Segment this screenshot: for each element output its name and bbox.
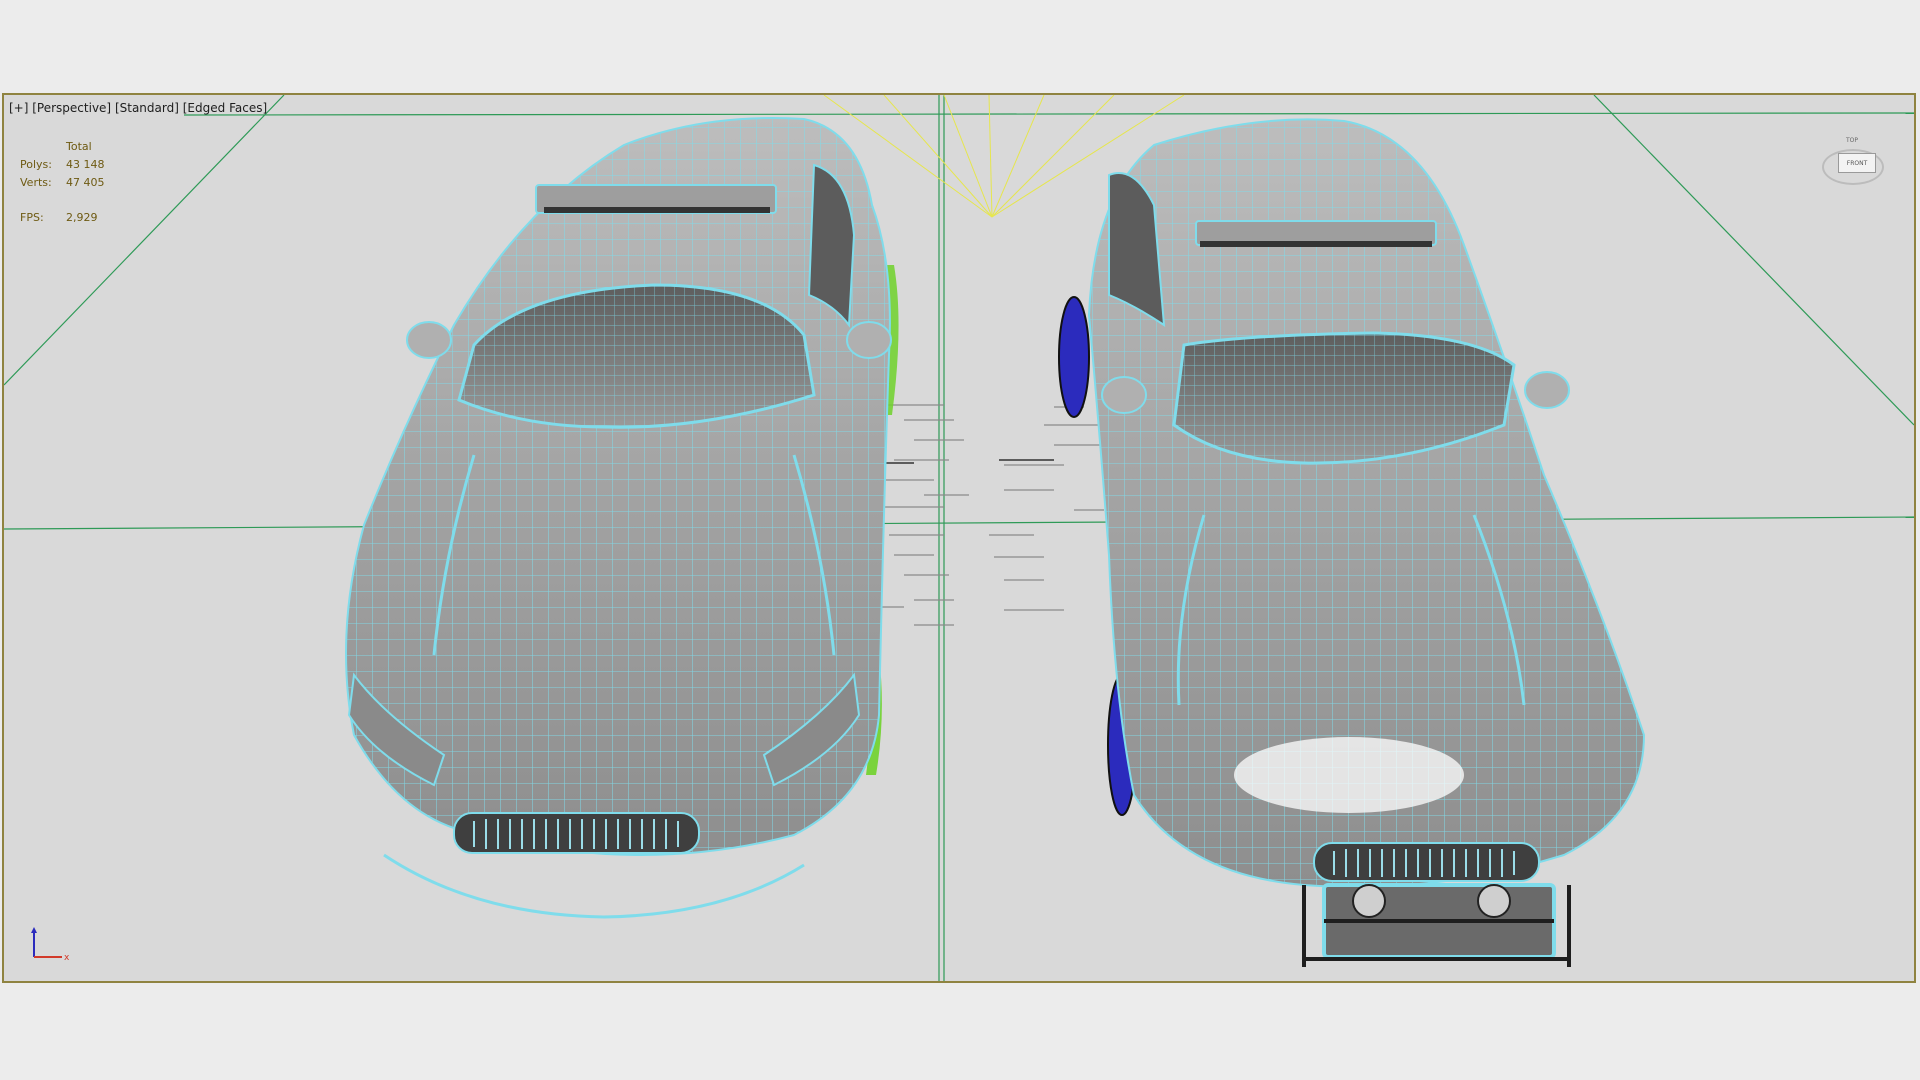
fps-value: 2,929 (66, 210, 98, 224)
verts-label: Verts: (20, 175, 52, 189)
axis-x-label: x (64, 953, 70, 963)
viewport-label: [+] [Perspective] [Standard] [Edged Face… (9, 101, 267, 115)
fps-label: FPS: (20, 210, 44, 224)
viewcube-top-label[interactable]: TOP (1846, 137, 1858, 144)
viewport-shading-standard-menu[interactable]: [Standard] (115, 101, 179, 115)
viewcube-front-face[interactable]: FRONT (1838, 153, 1876, 173)
viewcube[interactable]: TOP FRONT (1820, 135, 1890, 195)
viewport-menu-plus[interactable]: [+] (9, 101, 28, 115)
stats-total-header: Total (66, 139, 92, 153)
car-right[interactable] (1058, 118, 1646, 967)
center-dashes (864, 404, 1104, 626)
ground-grid (4, 95, 1914, 981)
polys-value: 43 148 (66, 157, 105, 171)
verts-value: 47 405 (66, 175, 105, 189)
axis-tripod-icon: x (31, 927, 70, 963)
viewport-shading-mode-menu[interactable]: [Edged Faces] (183, 101, 267, 115)
polys-label: Polys: (20, 157, 52, 171)
statistics-overlay: Total Polys: 43 148 Verts: 47 405 FPS: 2,92… (20, 137, 105, 226)
car-left[interactable] (345, 117, 899, 919)
viewport-point-of-view-menu[interactable]: [Perspective] (32, 101, 111, 115)
viewport-scene[interactable] (4, 95, 1914, 981)
perspective-viewport[interactable]: [+] [Perspective] [Standard] [Edged Face… (2, 93, 1916, 983)
